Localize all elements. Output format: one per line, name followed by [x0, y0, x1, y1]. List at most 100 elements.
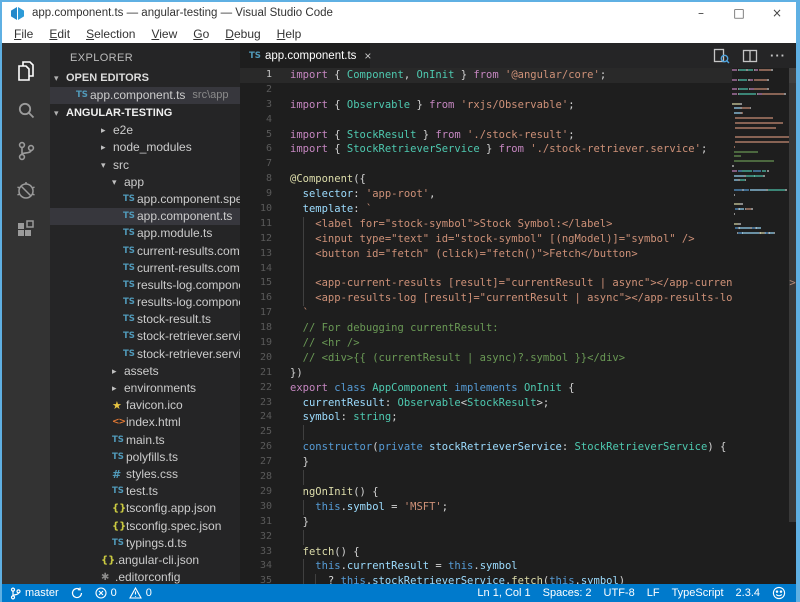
tree-item-app-component-ts[interactable]: TSapp.component.ts [50, 208, 240, 225]
menu-debug[interactable]: Debug [217, 27, 268, 41]
code-line-20[interactable]: 20 // <div>{{ (currentResult | async)?.s… [240, 351, 796, 366]
tree-item-favicon-ico[interactable]: ★favicon.ico [50, 397, 240, 414]
tree-item-current-results-component-ts[interactable]: TScurrent-results.component.ts [50, 260, 240, 277]
minimap[interactable] [732, 68, 789, 584]
status-error-0[interactable]: 0 [95, 587, 117, 599]
tree-item-node-modules[interactable]: ▸node_modules [50, 139, 240, 156]
tree-item-index-html[interactable]: <>index.html [50, 414, 240, 431]
feedback-smiley-icon[interactable] [772, 586, 786, 600]
tree-item-typings-d-ts[interactable]: TStypings.d.ts [50, 535, 240, 552]
code-line-18[interactable]: 18 // For debugging currentResult: [240, 321, 796, 336]
tree-item-stock-retriever-service-spec-ts[interactable]: TSstock-retriever.service.spec.ts [50, 328, 240, 345]
tree-item-results-log-component-ts[interactable]: TSresults-log.component.ts [50, 294, 240, 311]
code-line-6[interactable]: 6import { StockRetrieverService } from '… [240, 142, 796, 157]
menu-go[interactable]: Go [185, 27, 217, 41]
activity-source-control-button[interactable] [2, 131, 50, 171]
code-line-30[interactable]: 30 this.symbol = 'MSFT'; [240, 500, 796, 515]
code-line-1[interactable]: 1import { Component, OnInit } from '@ang… [240, 68, 796, 83]
tree-item-app[interactable]: ▾app [50, 174, 240, 191]
code-line-3[interactable]: 3import { Observable } from 'rxjs/Observ… [240, 98, 796, 113]
code-line-14[interactable]: 14 [240, 262, 796, 277]
menu-help[interactable]: Help [269, 27, 310, 41]
code-line-32[interactable]: 32 [240, 530, 796, 545]
tree-item-main-ts[interactable]: TSmain.ts [50, 432, 240, 449]
tree-item-app-component-spec-ts[interactable]: TSapp.component.spec.ts [50, 191, 240, 208]
code-line-5[interactable]: 5import { StockResult } from './stock-re… [240, 128, 796, 143]
code-line-35[interactable]: 35 ? this.stockRetrieverService.fetch(th… [240, 574, 796, 584]
split-editor-button[interactable] [742, 48, 758, 64]
code-line-21[interactable]: 21}) [240, 366, 796, 381]
open-editors-header[interactable]: ▾OPEN EDITORS [50, 69, 240, 87]
code-line-28[interactable]: 28 [240, 470, 796, 485]
code-line-26[interactable]: 26 constructor(private stockRetrieverSer… [240, 440, 796, 455]
tree-item-environments[interactable]: ▸environments [50, 380, 240, 397]
menu-view[interactable]: View [143, 27, 185, 41]
status-git-branch-master[interactable]: master [10, 587, 59, 600]
code-line-12[interactable]: 12 <input type="text" id="stock-symbol" … [240, 232, 796, 247]
maximize-button[interactable]: □ [720, 2, 758, 24]
menu-selection[interactable]: Selection [78, 27, 143, 41]
tree-item-assets[interactable]: ▸assets [50, 363, 240, 380]
activity-explorer-button[interactable] [2, 51, 50, 91]
tree-item-stock-result-ts[interactable]: TSstock-result.ts [50, 311, 240, 328]
status-segment[interactable]: 2.3.4 [736, 587, 760, 599]
code-line-17[interactable]: 17 ` [240, 306, 796, 321]
tree-item-polyfills-ts[interactable]: TSpolyfills.ts [50, 449, 240, 466]
code-editor[interactable]: 1import { Component, OnInit } from '@ang… [240, 68, 796, 584]
tree-item-tsconfig-app-json[interactable]: {}tsconfig.app.json [50, 500, 240, 517]
minimize-button[interactable]: – [682, 2, 720, 24]
status-warning-0[interactable]: 0 [129, 587, 152, 599]
code-line-23[interactable]: 23 currentResult: Observable<StockResult… [240, 396, 796, 411]
code-line-22[interactable]: 22export class AppComponent implements O… [240, 381, 796, 396]
tree-item-src[interactable]: ▾src [50, 157, 240, 174]
vertical-scrollbar[interactable] [789, 68, 796, 584]
code-line-25[interactable]: 25 [240, 425, 796, 440]
code-line-13[interactable]: 13 <button id="fetch" (click)="fetch()">… [240, 247, 796, 262]
status-segment[interactable]: Ln 1, Col 1 [477, 587, 530, 599]
tree-item-tsconfig-spec-json[interactable]: {}tsconfig.spec.json [50, 518, 240, 535]
close-button[interactable]: × [758, 2, 796, 24]
code-line-27[interactable]: 27 } [240, 455, 796, 470]
open-preview-button[interactable] [713, 48, 730, 64]
code-line-33[interactable]: 33 fetch() { [240, 545, 796, 560]
menu-file[interactable]: File [6, 27, 41, 41]
scrollbar-slider[interactable] [789, 68, 796, 522]
more-actions-button[interactable]: ··· [770, 51, 786, 61]
code-line-24[interactable]: 24 symbol: string; [240, 410, 796, 425]
open-editor-item[interactable]: TSapp.component.tssrc\app [50, 87, 240, 104]
activity-debug-button[interactable] [2, 171, 50, 211]
tab-close-icon[interactable]: × [364, 49, 371, 63]
status-segment[interactable]: UTF-8 [604, 587, 635, 599]
menu-edit[interactable]: Edit [41, 27, 78, 41]
status-segment[interactable]: LF [647, 587, 660, 599]
tree-item-e2e[interactable]: ▸e2e [50, 122, 240, 139]
code-line-4[interactable]: 4 [240, 113, 796, 128]
project-header[interactable]: ▾ANGULAR-TESTING [50, 104, 240, 122]
code-line-31[interactable]: 31 } [240, 515, 796, 530]
status-sync[interactable] [71, 587, 83, 599]
status-segment[interactable]: TypeScript [672, 587, 724, 599]
code-line-19[interactable]: 19 // <hr /> [240, 336, 796, 351]
tree-item-styles-css[interactable]: #styles.css [50, 466, 240, 483]
tree-item-stock-retriever-service-ts[interactable]: TSstock-retriever.service.ts [50, 346, 240, 363]
code-line-29[interactable]: 29 ngOnInit() { [240, 485, 796, 500]
code-line-10[interactable]: 10 template: ` [240, 202, 796, 217]
tree-item-app-module-ts[interactable]: TSapp.module.ts [50, 225, 240, 242]
tree-item--angular-cli-json[interactable]: {}.angular-cli.json [50, 552, 240, 569]
tree-item-test-ts[interactable]: TStest.ts [50, 483, 240, 500]
code-line-16[interactable]: 16 <app-results-log [result]="currentRes… [240, 291, 796, 306]
tab-app-component-ts[interactable]: TS app.component.ts × [240, 43, 370, 68]
code-line-8[interactable]: 8@Component({ [240, 172, 796, 187]
code-line-9[interactable]: 9 selector: 'app-root', [240, 187, 796, 202]
activity-search-button[interactable] [2, 91, 50, 131]
status-segment[interactable]: Spaces: 2 [543, 587, 592, 599]
code-line-2[interactable]: 2 [240, 83, 796, 98]
code-line-7[interactable]: 7 [240, 157, 796, 172]
code-line-34[interactable]: 34 this.currentResult = this.symbol [240, 559, 796, 574]
code-line-11[interactable]: 11 <label for="stock-symbol">Stock Symbo… [240, 217, 796, 232]
activity-extensions-button[interactable] [2, 211, 50, 251]
tree-item-results-log-component-spec-ts[interactable]: TSresults-log.component.spec.ts [50, 277, 240, 294]
tree-item-current-results-component-spec-ts[interactable]: TScurrent-results.component.spec.ts [50, 243, 240, 260]
code-line-15[interactable]: 15 <app-current-results [result]="curren… [240, 276, 796, 291]
tree-item--editorconfig[interactable]: ✱.editorconfig [50, 569, 240, 584]
